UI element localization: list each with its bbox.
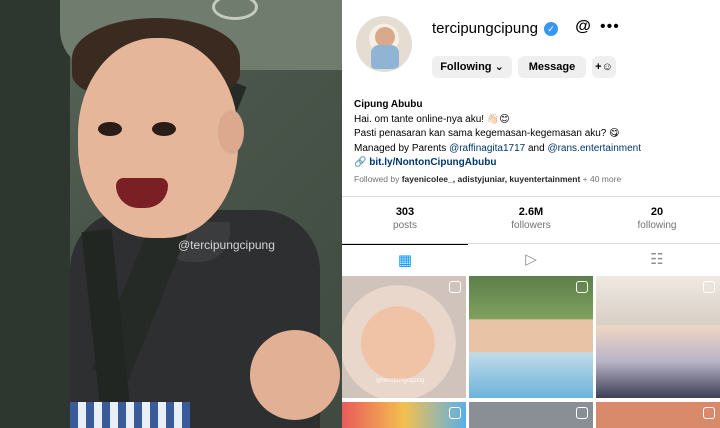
bio-managed-by: Managed by Parents	[354, 142, 450, 154]
followed-by-prefix: Followed by	[354, 174, 402, 184]
bio-link-row[interactable]: 🔗 bit.ly/NontonCipungAbubu	[354, 156, 714, 171]
link-icon: 🔗	[354, 157, 370, 169]
mention-raffinagita[interactable]: @raffinagita1717	[449, 143, 525, 154]
bio-and: and	[525, 142, 548, 154]
stat-followers-label: followers	[511, 220, 551, 231]
followed-by-names: fayenicolee_, adistyjuniar, kuyentertain…	[401, 174, 581, 184]
profile-photo-image: @tercipungcipung	[0, 0, 342, 428]
message-button[interactable]: Message	[518, 56, 586, 78]
followed-by-more: + 40 more	[580, 174, 622, 184]
child-hand	[250, 330, 340, 420]
stat-following-value: 20	[650, 206, 664, 218]
verified-badge-icon: ✓	[544, 22, 558, 36]
post-thumbnail[interactable]	[596, 276, 720, 398]
post-thumbnail[interactable]: @tercipungcipung	[342, 276, 466, 398]
post-thumbnail[interactable]	[469, 402, 593, 428]
avatar-body	[371, 45, 399, 69]
stat-following-label: following	[637, 220, 677, 231]
divider-top	[342, 196, 720, 197]
tagged-icon[interactable]: ☷	[594, 244, 720, 276]
following-button[interactable]: Following ⌄	[432, 56, 512, 78]
photo-watermark: @tercipungcipung	[178, 238, 275, 252]
posts-grid: @tercipungcipung	[342, 276, 720, 428]
post-thumbnail[interactable]	[469, 276, 593, 398]
child-ear	[218, 110, 244, 154]
stat-following[interactable]: 20 following	[594, 206, 720, 231]
profile-bio: Cipung Abubu Hai. om tante online-nya ak…	[354, 98, 714, 171]
followed-by[interactable]: Followed by fayenicolee_, adistyjuniar, …	[354, 174, 621, 184]
profile-stats: 303 posts 2.6M followers 20 following	[342, 206, 720, 231]
instagram-profile: tercipungcipung ✓ @ ••• Following ⌄ Mess…	[342, 0, 720, 428]
child-eye-right	[152, 122, 176, 136]
stat-followers-value: 2.6M	[518, 206, 544, 218]
stat-posts[interactable]: 303 posts	[342, 206, 468, 231]
child-eye-left	[98, 122, 122, 136]
reel-badge-icon	[703, 281, 715, 293]
post-caption: @tercipungcipung	[376, 378, 425, 384]
display-name: Cipung Abubu	[354, 99, 423, 110]
reel-badge-icon	[449, 407, 461, 419]
child-face	[78, 38, 238, 238]
reel-badge-icon	[449, 281, 461, 293]
reel-badge-icon	[703, 407, 715, 419]
reel-badge-icon	[576, 407, 588, 419]
post-thumbnail[interactable]	[596, 402, 720, 428]
checked-pants	[70, 402, 190, 428]
reel-badge-icon	[576, 281, 588, 293]
grid-icon[interactable]: ▦	[342, 244, 468, 276]
threads-icon[interactable]: @	[574, 18, 592, 36]
reels-icon[interactable]: ▷	[468, 244, 594, 276]
bio-line-3: Managed by Parents @raffinagita1717 and …	[354, 142, 714, 157]
profile-avatar[interactable]	[356, 16, 412, 72]
stat-posts-label: posts	[393, 220, 417, 231]
bio-link[interactable]: bit.ly/NontonCipungAbubu	[369, 157, 496, 168]
avatar-head	[375, 27, 395, 47]
profile-tabs: ▦ ▷ ☷	[342, 244, 720, 276]
add-person-icon[interactable]: +☺	[592, 56, 616, 78]
seat-back-left	[0, 0, 70, 428]
bio-line-1: Hai. om tante online-nya aku! 👋🏻😊	[354, 113, 510, 125]
profile-username: tercipungcipung	[432, 20, 538, 37]
mention-rans-entertainment[interactable]: @rans.entertainment	[547, 143, 641, 154]
more-options-icon[interactable]: •••	[600, 19, 620, 35]
stat-posts-value: 303	[395, 206, 415, 218]
post-thumbnail[interactable]	[342, 402, 466, 428]
stat-followers[interactable]: 2.6M followers	[468, 206, 594, 231]
bio-line-2: Pasti penasaran kan sama kegemasan-kegem…	[354, 128, 620, 140]
